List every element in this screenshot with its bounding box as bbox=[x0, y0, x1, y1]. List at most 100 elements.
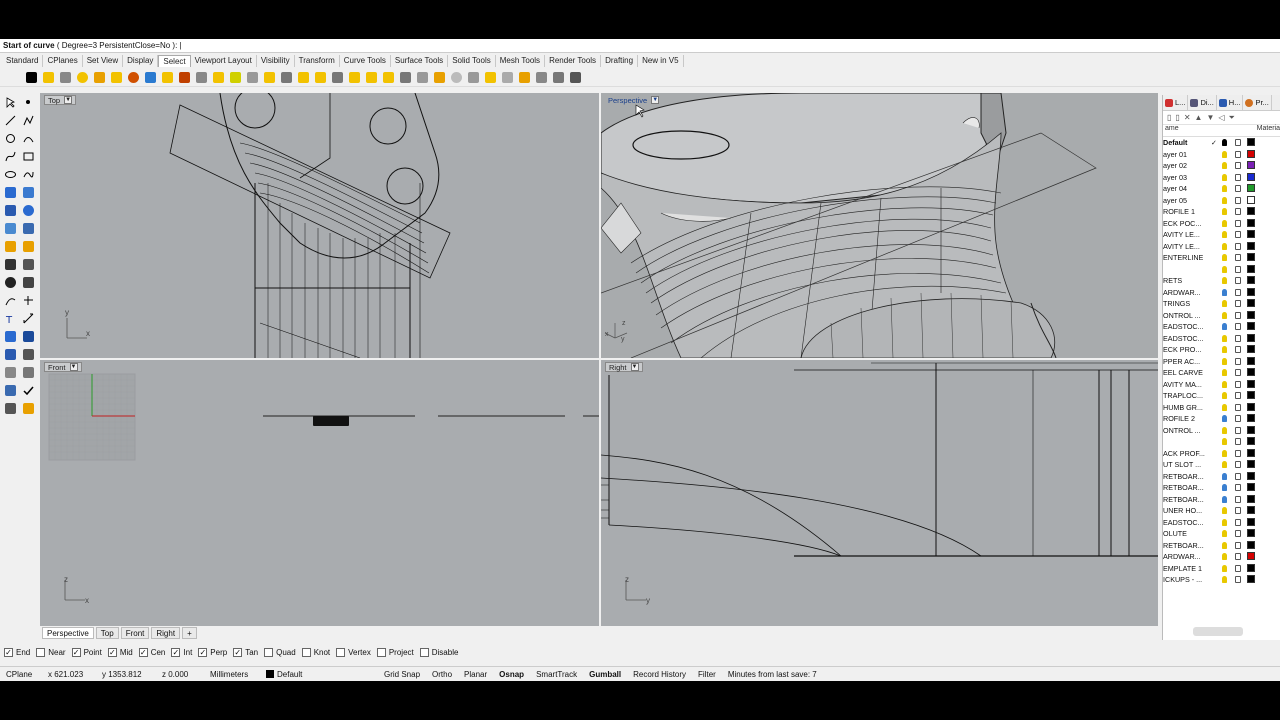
lightbulb-icon[interactable] bbox=[1222, 495, 1227, 503]
panel-scrollbar[interactable] bbox=[1193, 627, 1243, 636]
panel-tab-properties[interactable]: Pr... bbox=[1243, 95, 1272, 110]
curve-icon[interactable] bbox=[1, 147, 19, 165]
osnap-tan-checkbox[interactable]: ✓ bbox=[233, 647, 243, 657]
layer-row[interactable]: ICKUPS - ... bbox=[1163, 574, 1280, 586]
layer-row[interactable]: ayer 02 bbox=[1163, 160, 1280, 172]
layer-color-swatch[interactable] bbox=[1247, 333, 1255, 342]
layer-name[interactable]: EMPLATE 1 bbox=[1163, 564, 1219, 573]
lock-icon[interactable] bbox=[1235, 265, 1241, 273]
layer-row[interactable]: AVITY LE... bbox=[1163, 229, 1280, 241]
layer-row[interactable] bbox=[1163, 436, 1280, 448]
layer-row[interactable]: ARDWAR... bbox=[1163, 287, 1280, 299]
tab-viewport-layout[interactable]: Viewport Layout bbox=[191, 55, 257, 67]
layer-name[interactable]: RETBOAR... bbox=[1163, 472, 1219, 481]
select-crossing-icon[interactable] bbox=[551, 70, 566, 85]
status-ortho[interactable]: Ortho bbox=[426, 670, 458, 679]
layer-name[interactable]: ONTROL ... bbox=[1163, 426, 1219, 435]
layer-color-swatch[interactable] bbox=[1247, 345, 1255, 353]
boolean-icon[interactable] bbox=[1, 237, 19, 255]
tab-standard[interactable]: Standard bbox=[2, 55, 44, 67]
lock-icon[interactable] bbox=[1235, 553, 1241, 560]
lightbulb-icon[interactable] bbox=[1222, 254, 1227, 261]
osnap-quad[interactable]: Quad bbox=[264, 647, 296, 657]
layer-row[interactable]: ROFILE 2 bbox=[1163, 413, 1280, 425]
layer-color-swatch[interactable] bbox=[1247, 368, 1255, 376]
layer-name[interactable]: ECK POC... bbox=[1163, 219, 1219, 228]
osnap-mid-checkbox[interactable]: ✓ bbox=[107, 647, 117, 657]
viewport-tab-front[interactable]: Front bbox=[120, 627, 150, 639]
layer-row[interactable]: TRAPLOC... bbox=[1163, 390, 1280, 402]
rotate-icon[interactable] bbox=[19, 255, 37, 273]
layer-row[interactable]: EEL CARVE bbox=[1163, 367, 1280, 379]
viewport-title-perspective[interactable]: Perspective ▼ bbox=[605, 95, 662, 105]
layer-color-swatch[interactable] bbox=[1247, 379, 1255, 388]
layer-color-swatch[interactable] bbox=[1247, 310, 1255, 319]
viewport-title-front[interactable]: Front ▼ bbox=[44, 362, 82, 372]
layer-color-swatch[interactable] bbox=[1247, 184, 1255, 192]
render-icon[interactable] bbox=[19, 399, 37, 417]
lock-icon[interactable] bbox=[1235, 150, 1241, 158]
osnap-vertex-checkbox[interactable] bbox=[336, 647, 346, 657]
panel-tab-layers[interactable]: L... bbox=[1163, 95, 1189, 110]
layer-row[interactable]: RETBOAR... bbox=[1163, 471, 1280, 483]
select-planar-icon[interactable] bbox=[381, 70, 396, 85]
add-viewport-tab-icon[interactable]: + bbox=[182, 627, 197, 639]
sphere-icon[interactable] bbox=[19, 201, 37, 219]
viewport-title-right[interactable]: Right ▼ bbox=[605, 362, 643, 372]
lightbulb-icon[interactable] bbox=[1222, 426, 1227, 434]
layer-name[interactable]: EADSTOC... bbox=[1163, 334, 1219, 343]
sweep-icon[interactable] bbox=[1, 381, 19, 399]
loft-icon[interactable] bbox=[19, 183, 37, 201]
line-icon[interactable] bbox=[1, 111, 19, 129]
select-extrusions-icon[interactable] bbox=[483, 70, 498, 85]
lightbulb-icon[interactable] bbox=[1222, 288, 1227, 296]
select-points-icon[interactable] bbox=[75, 70, 90, 85]
layer-color-swatch[interactable] bbox=[1247, 391, 1255, 399]
lightbulb-icon[interactable] bbox=[1222, 265, 1227, 273]
lock-icon[interactable] bbox=[1235, 530, 1241, 537]
lightbulb-icon[interactable] bbox=[1222, 185, 1227, 192]
trim-icon[interactable] bbox=[1, 291, 19, 309]
dimension-icon[interactable] bbox=[19, 309, 37, 327]
select-curves-icon[interactable] bbox=[92, 70, 107, 85]
layer-name[interactable]: ayer 03 bbox=[1163, 173, 1219, 182]
select-pointcloud-icon[interactable] bbox=[500, 70, 515, 85]
select-last-icon[interactable] bbox=[449, 70, 464, 85]
status-gumball[interactable]: Gumball bbox=[583, 670, 627, 679]
layer-color-swatch[interactable] bbox=[1247, 253, 1255, 261]
freeform-icon[interactable] bbox=[19, 165, 37, 183]
lightbulb-icon[interactable] bbox=[1222, 311, 1227, 319]
select-all-icon[interactable] bbox=[24, 70, 39, 85]
lock-icon[interactable] bbox=[1235, 300, 1241, 307]
panel-tab-display[interactable]: Di... bbox=[1188, 95, 1217, 110]
lock-icon[interactable] bbox=[1235, 541, 1241, 549]
lock-icon[interactable] bbox=[1235, 438, 1241, 445]
layer-row[interactable]: PPER AC... bbox=[1163, 356, 1280, 368]
layer-name[interactable]: ROFILE 1 bbox=[1163, 207, 1219, 216]
layer-row[interactable]: TRINGS bbox=[1163, 298, 1280, 310]
lightbulb-icon[interactable] bbox=[1222, 173, 1227, 181]
osnap-project-checkbox[interactable] bbox=[376, 647, 386, 657]
tab-solid-tools[interactable]: Solid Tools bbox=[448, 55, 496, 67]
osnap-disable-checkbox[interactable] bbox=[419, 647, 429, 657]
layer-row[interactable]: ARDWAR... bbox=[1163, 551, 1280, 563]
analyze-icon[interactable] bbox=[19, 327, 37, 345]
select-groups-icon[interactable] bbox=[279, 70, 294, 85]
lightbulb-icon[interactable] bbox=[1222, 415, 1227, 422]
layer-row[interactable]: ONTROL ... bbox=[1163, 310, 1280, 322]
tab-set-view[interactable]: Set View bbox=[83, 55, 124, 67]
viewport-perspective[interactable]: z y x Perspective ▼ bbox=[601, 93, 1158, 358]
lightbulb-icon[interactable] bbox=[1222, 231, 1227, 238]
lock-icon[interactable] bbox=[1235, 380, 1241, 388]
layer-row[interactable]: RETBOAR... bbox=[1163, 540, 1280, 552]
move-up-icon[interactable]: ▲ bbox=[1195, 113, 1203, 122]
layer-color-swatch[interactable] bbox=[1247, 138, 1255, 146]
grid-icon[interactable] bbox=[1, 327, 19, 345]
select-filter-icon[interactable] bbox=[568, 70, 583, 85]
layer-color-swatch[interactable] bbox=[1247, 563, 1255, 572]
lock-icon[interactable] bbox=[1235, 461, 1241, 468]
osnap-knot-checkbox[interactable] bbox=[301, 647, 311, 657]
lightbulb-icon[interactable] bbox=[1222, 300, 1227, 307]
layer-name[interactable]: UT SLOT ... bbox=[1163, 460, 1219, 469]
lightbulb-icon[interactable] bbox=[1222, 484, 1227, 491]
